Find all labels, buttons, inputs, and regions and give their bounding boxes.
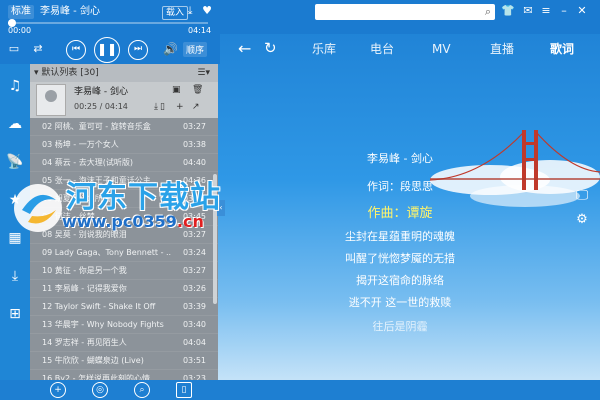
top-nav: ← ↻ 乐库 电台 MV 直播 歌词 <box>220 34 600 64</box>
quality-button[interactable]: 标准 <box>8 5 34 19</box>
track-name: 04 蔡云 - 去大理(试听版) <box>42 158 133 167</box>
track-name: 11 李易峰 - 记得我爱你 <box>42 284 127 293</box>
bottom-toolbar: + ◎ ⌕ ▯ <box>0 380 600 400</box>
track-name: 14 罗志祥 - 再见陌生人 <box>42 338 127 347</box>
track-list: 02 阿桃、童可可 - 旋转音乐盒 03:27 03 杨坤 - 一万个女人 03:38… <box>30 118 218 400</box>
phone-icon[interactable]: ▯ <box>160 102 165 112</box>
next-button[interactable]: ⏭ <box>128 40 148 60</box>
lyric-line: 叫醒了恍惚梦魇的无措 <box>345 252 455 265</box>
tab-lyrics[interactable]: 歌词 <box>550 42 574 56</box>
search-icon[interactable]: ⌕ <box>485 5 491 19</box>
search-input[interactable]: ⌕ <box>315 4 495 20</box>
refresh-icon[interactable]: ↻ <box>264 39 277 57</box>
current-track-name: 李易峰 - 剑心 <box>74 87 128 97</box>
watermark-name: 河东下载站 <box>66 180 221 215</box>
cloud-icon[interactable]: ☁ <box>5 114 25 134</box>
lyric-line: 逃不开 这一世的救赎 <box>348 296 452 309</box>
share-icon[interactable]: ↗ <box>192 102 200 112</box>
track-name: 13 华晨宇 - Why Nobody Fights <box>42 320 164 329</box>
lyric-line: 尘封在星蕴重明的魂魄 <box>345 230 455 243</box>
track-name: 15 牛欣欣 - 蝴蝶泉边 (Live) <box>42 356 144 365</box>
tab-library[interactable]: 乐库 <box>312 42 336 56</box>
lyric-line: 李易峰 - 剑心 <box>367 152 433 165</box>
avatar <box>36 84 66 116</box>
title-bar: 标准 李易峰 - 剑心 载入 ⤓ ♥ ↗ 00:00 04:14 ⌕ 👕 ✉ ≡… <box>0 0 600 35</box>
play-order-button[interactable]: 顺序 <box>183 42 208 57</box>
music-note-icon[interactable]: ♫ <box>5 76 25 96</box>
track-duration: 04:04 <box>182 338 206 347</box>
apps-icon[interactable]: ⊞ <box>5 304 25 324</box>
delete-icon[interactable]: 🗑 <box>192 85 203 95</box>
track-row[interactable]: 15 牛欣欣 - 蝴蝶泉边 (Live) 03:51 <box>30 352 218 370</box>
track-duration: 03:26 <box>182 284 206 293</box>
track-name: 12 Taylor Swift - Shake It Off <box>42 302 156 311</box>
volume-icon[interactable]: 🔊 <box>163 42 178 56</box>
track-name: 03 杨坤 - 一万个女人 <box>42 140 119 149</box>
track-name: 02 阿桃、童可可 - 旋转音乐盒 <box>42 122 151 131</box>
add-icon[interactable]: + <box>176 102 184 112</box>
shuffle-icon[interactable]: ⇄ <box>28 39 48 59</box>
watermark-url: www.pc0359.cn <box>62 212 204 231</box>
track-duration: 03:51 <box>182 356 206 365</box>
heart-icon[interactable]: ♥ <box>200 4 214 18</box>
lyric-line: 作词：段思思 <box>367 180 433 193</box>
track-name: 10 黄征 - 你是另一个我 <box>42 266 127 275</box>
mail-icon[interactable]: ✉ <box>520 3 536 19</box>
add-icon[interactable]: + <box>50 382 66 398</box>
search-icon[interactable]: ⌕ <box>134 382 150 398</box>
track-row[interactable]: 11 李易峰 - 记得我爱你 03:26 <box>30 280 218 298</box>
track-duration: 03:27 <box>182 266 206 275</box>
music-player-window: 标准 李易峰 - 剑心 载入 ⤓ ♥ ↗ 00:00 04:14 ⌕ 👕 ✉ ≡… <box>0 0 600 400</box>
track-row[interactable]: 04 蔡云 - 去大理(试听版) 04:40 <box>30 154 218 172</box>
download-icon[interactable]: ⤓ <box>183 4 197 18</box>
track-name: 09 Lady Gaga、Tony Bennett - ... <box>42 248 172 257</box>
track-duration: 03:40 <box>182 320 206 329</box>
tab-radio[interactable]: 电台 <box>370 42 394 56</box>
track-row[interactable]: 12 Taylor Swift - Shake It Off 03:39 <box>30 298 218 316</box>
minimize-icon[interactable]: – <box>556 3 572 19</box>
tab-live[interactable]: 直播 <box>490 42 514 56</box>
track-duration: 03:27 <box>182 122 206 131</box>
track-row[interactable]: 14 罗志祥 - 再见陌生人 04:04 <box>30 334 218 352</box>
track-row[interactable]: 02 阿桃、童可可 - 旋转音乐盒 03:27 <box>30 118 218 136</box>
track-duration: 03:39 <box>182 302 206 311</box>
list-options-icon[interactable]: ☰▾ <box>197 64 210 82</box>
track-duration: 03:38 <box>182 140 206 149</box>
playlist-title: 默认列表 [30] <box>41 68 99 78</box>
progress-bar[interactable] <box>8 19 208 27</box>
locate-icon[interactable]: ◎ <box>92 382 108 398</box>
settings-gear-icon[interactable]: ⚙ <box>574 212 590 228</box>
mini-mode-icon[interactable]: ▭ <box>4 39 24 59</box>
radio-icon[interactable]: 📡 <box>5 152 25 172</box>
lyric-line: 揭开这宿命的脉络 <box>356 274 444 287</box>
desktop-lyrics-icon[interactable]: 🖵 <box>574 188 590 204</box>
lyric-line: 往后是阴霾 <box>372 320 428 333</box>
track-row[interactable]: 13 华晨宇 - Why Nobody Fights 03:40 <box>30 316 218 334</box>
skin-icon[interactable]: 👕 <box>500 3 516 19</box>
track-row[interactable]: 10 黄征 - 你是另一个我 03:27 <box>30 262 218 280</box>
prev-button[interactable]: ⏮ <box>66 40 86 60</box>
playlist-header[interactable]: ▾ 默认列表 [30] ☰▾ <box>30 64 218 82</box>
pause-button[interactable]: ❚❚ <box>94 37 120 63</box>
track-row[interactable]: 03 杨坤 - 一万个女人 03:38 <box>30 136 218 154</box>
lyric-line: 作曲：谭旋 <box>367 206 433 221</box>
download-icon[interactable]: ⤓ <box>154 102 158 112</box>
back-icon[interactable]: ← <box>238 39 251 58</box>
tab-mv[interactable]: MV <box>432 42 451 56</box>
phone-icon[interactable]: ▯ <box>176 382 192 398</box>
playback-controls: ▭ ⇄ ⏮ ❚❚ ⏭ 🔊 顺序 <box>0 34 220 64</box>
close-icon[interactable]: ✕ <box>574 3 590 19</box>
mv-icon[interactable]: ▣ <box>172 85 181 95</box>
current-track-row[interactable]: 李易峰 - 剑心 00:25 / 04:14 ⤓ ▣ 🗑 ▯ + ↗ <box>30 82 218 118</box>
current-track-time: 00:25 / 04:14 <box>74 102 128 111</box>
now-playing-title: 李易峰 - 剑心 <box>40 6 100 17</box>
watermark-logo <box>14 184 62 232</box>
download-manager-icon[interactable]: ⤓ <box>5 266 25 286</box>
track-duration: 03:24 <box>182 248 206 257</box>
track-duration: 04:40 <box>182 158 206 167</box>
track-row[interactable]: 09 Lady Gaga、Tony Bennett - ... 03:24 <box>30 244 218 262</box>
menu-icon[interactable]: ≡ <box>538 3 554 19</box>
